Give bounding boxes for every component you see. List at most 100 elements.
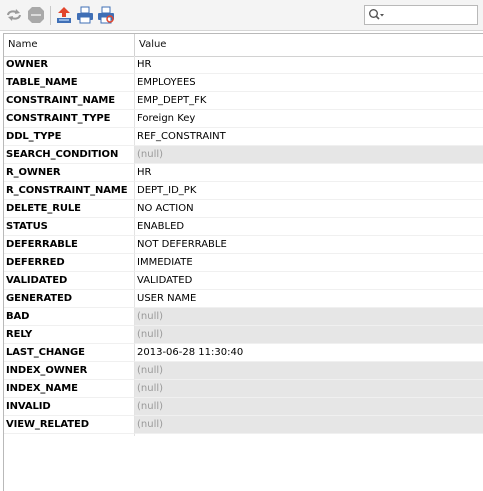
property-name: INDEX_OWNER	[6, 365, 88, 376]
property-name: INVALID	[6, 401, 51, 412]
property-value-cell[interactable]: VALIDATED	[135, 272, 483, 290]
property-value-cell[interactable]: HR	[135, 164, 483, 182]
property-name-cell: SEARCH_CONDITION	[4, 146, 135, 164]
table-row[interactable]: R_CONSTRAINT_NAME DEPT_ID_PK	[4, 182, 483, 200]
property-name-cell: DEFERRABLE	[4, 236, 135, 254]
name-column-header[interactable]: Name	[4, 34, 135, 56]
property-name: STATUS	[6, 221, 48, 232]
property-name-cell: STATUS	[4, 218, 135, 236]
property-value: NO ACTION	[137, 203, 194, 214]
table-row[interactable]: DDL_TYPE REF_CONSTRAINT	[4, 128, 483, 146]
property-value: (null)	[137, 329, 164, 340]
refresh-icon[interactable]	[5, 6, 23, 24]
value-column-header[interactable]: Value	[139, 39, 166, 50]
property-name-cell: R_OWNER	[4, 164, 135, 182]
property-value-cell[interactable]: IMMEDIATE	[135, 254, 483, 272]
property-value-cell[interactable]: REF_CONSTRAINT	[135, 128, 483, 146]
property-name: DEFERRABLE	[6, 239, 78, 250]
name-header-label: Name	[8, 39, 38, 50]
property-value: 2013-06-28 11:30:40	[137, 347, 244, 358]
property-value: REF_CONSTRAINT	[137, 131, 226, 142]
property-name: DELETE_RULE	[6, 203, 81, 214]
search-input[interactable]	[364, 5, 478, 25]
property-value: DEPT_ID_PK	[137, 185, 197, 196]
table-row[interactable]: INVALID (null)	[4, 398, 483, 416]
property-name: CONSTRAINT_TYPE	[6, 113, 111, 124]
property-name-cell: RELY	[4, 326, 135, 344]
property-value-cell[interactable]: USER NAME	[135, 290, 483, 308]
property-value-cell[interactable]: (null)	[135, 398, 483, 416]
property-name: TABLE_NAME	[6, 77, 78, 88]
property-value: IMMEDIATE	[137, 257, 193, 268]
property-name-cell: R_CONSTRAINT_NAME	[4, 182, 135, 200]
table-row[interactable]: OWNER HR	[4, 56, 483, 74]
property-name: OWNER	[6, 59, 48, 70]
property-value-cell[interactable]: EMP_DEPT_FK	[135, 92, 483, 110]
property-value-cell[interactable]: EMPLOYEES	[135, 74, 483, 92]
property-value-cell[interactable]: (null)	[135, 416, 483, 434]
property-value: (null)	[137, 365, 164, 376]
table-row[interactable]: CONSTRAINT_NAME EMP_DEPT_FK	[4, 92, 483, 110]
property-name: GENERATED	[6, 293, 72, 304]
property-value-cell[interactable]: NO ACTION	[135, 200, 483, 218]
table-row[interactable]: GENERATED USER NAME	[4, 290, 483, 308]
property-value-cell[interactable]: (null)	[135, 308, 483, 326]
property-value: ENABLED	[137, 221, 185, 232]
property-name-cell: DEFERRED	[4, 254, 135, 272]
property-value: VALIDATED	[137, 275, 193, 286]
property-value-cell[interactable]: 2013-06-28 11:30:40	[135, 344, 483, 362]
table-row[interactable]: VALIDATED VALIDATED	[4, 272, 483, 290]
property-name: CONSTRAINT_NAME	[6, 95, 115, 106]
property-value-cell[interactable]: DEPT_ID_PK	[135, 182, 483, 200]
property-name: SEARCH_CONDITION	[6, 149, 119, 160]
property-value-cell[interactable]: ENABLED	[135, 218, 483, 236]
print-icon[interactable]	[76, 6, 94, 24]
table-row[interactable]: DELETE_RULE NO ACTION	[4, 200, 483, 218]
property-name-cell: CONSTRAINT_NAME	[4, 92, 135, 110]
stop-icon[interactable]	[27, 6, 45, 24]
property-name-cell: VIEW_RELATED	[4, 416, 135, 434]
table-row[interactable]: DEFERRABLE NOT DEFERRABLE	[4, 236, 483, 254]
toolbar-separator	[50, 6, 51, 25]
table-row[interactable]: CONSTRAINT_TYPE Foreign Key	[4, 110, 483, 128]
property-value-cell[interactable]: (null)	[135, 362, 483, 380]
table-row[interactable]: RELY (null)	[4, 326, 483, 344]
property-name: VALIDATED	[6, 275, 68, 286]
table-row[interactable]: R_OWNER HR	[4, 164, 483, 182]
property-name-cell: INVALID	[4, 398, 135, 416]
property-value: USER NAME	[137, 293, 197, 304]
search-icon[interactable]	[368, 8, 386, 25]
table-row[interactable]: SEARCH_CONDITION (null)	[4, 146, 483, 164]
property-value-cell[interactable]: NOT DEFERRABLE	[135, 236, 483, 254]
print-preview-icon[interactable]	[97, 6, 115, 24]
property-value-cell[interactable]: (null)	[135, 380, 483, 398]
table-row[interactable]: DEFERRED IMMEDIATE	[4, 254, 483, 272]
property-value: HR	[137, 59, 152, 70]
table-row[interactable]: STATUS ENABLED	[4, 218, 483, 236]
property-value: Foreign Key	[137, 113, 196, 124]
table-row[interactable]: VIEW_RELATED (null)	[4, 416, 483, 434]
property-value: (null)	[137, 401, 164, 412]
table-row[interactable]: INDEX_OWNER (null)	[4, 362, 483, 380]
property-name: INDEX_NAME	[6, 383, 78, 394]
property-value-cell[interactable]: (null)	[135, 326, 483, 344]
property-value-cell[interactable]: HR	[135, 56, 483, 74]
property-name-cell: TABLE_NAME	[4, 74, 135, 92]
table-row[interactable]: TABLE_NAME EMPLOYEES	[4, 74, 483, 92]
table-row[interactable]: INDEX_NAME (null)	[4, 380, 483, 398]
property-name: R_OWNER	[6, 167, 61, 178]
property-value: (null)	[137, 383, 164, 394]
property-name-cell: OWNER	[4, 56, 135, 74]
export-icon[interactable]	[55, 6, 73, 24]
property-value-cell[interactable]: Foreign Key	[135, 110, 483, 128]
property-value: (null)	[137, 311, 164, 322]
property-name-cell: LAST_CHANGE	[4, 344, 135, 362]
table-row[interactable]: BAD (null)	[4, 308, 483, 326]
property-value-cell[interactable]: (null)	[135, 146, 483, 164]
property-value: EMPLOYEES	[137, 77, 196, 88]
grid-header: Name Value	[4, 34, 483, 57]
table-row[interactable]: LAST_CHANGE 2013-06-28 11:30:40	[4, 344, 483, 362]
property-name-cell: CONSTRAINT_TYPE	[4, 110, 135, 128]
property-name: RELY	[6, 329, 33, 340]
property-name-cell: VALIDATED	[4, 272, 135, 290]
